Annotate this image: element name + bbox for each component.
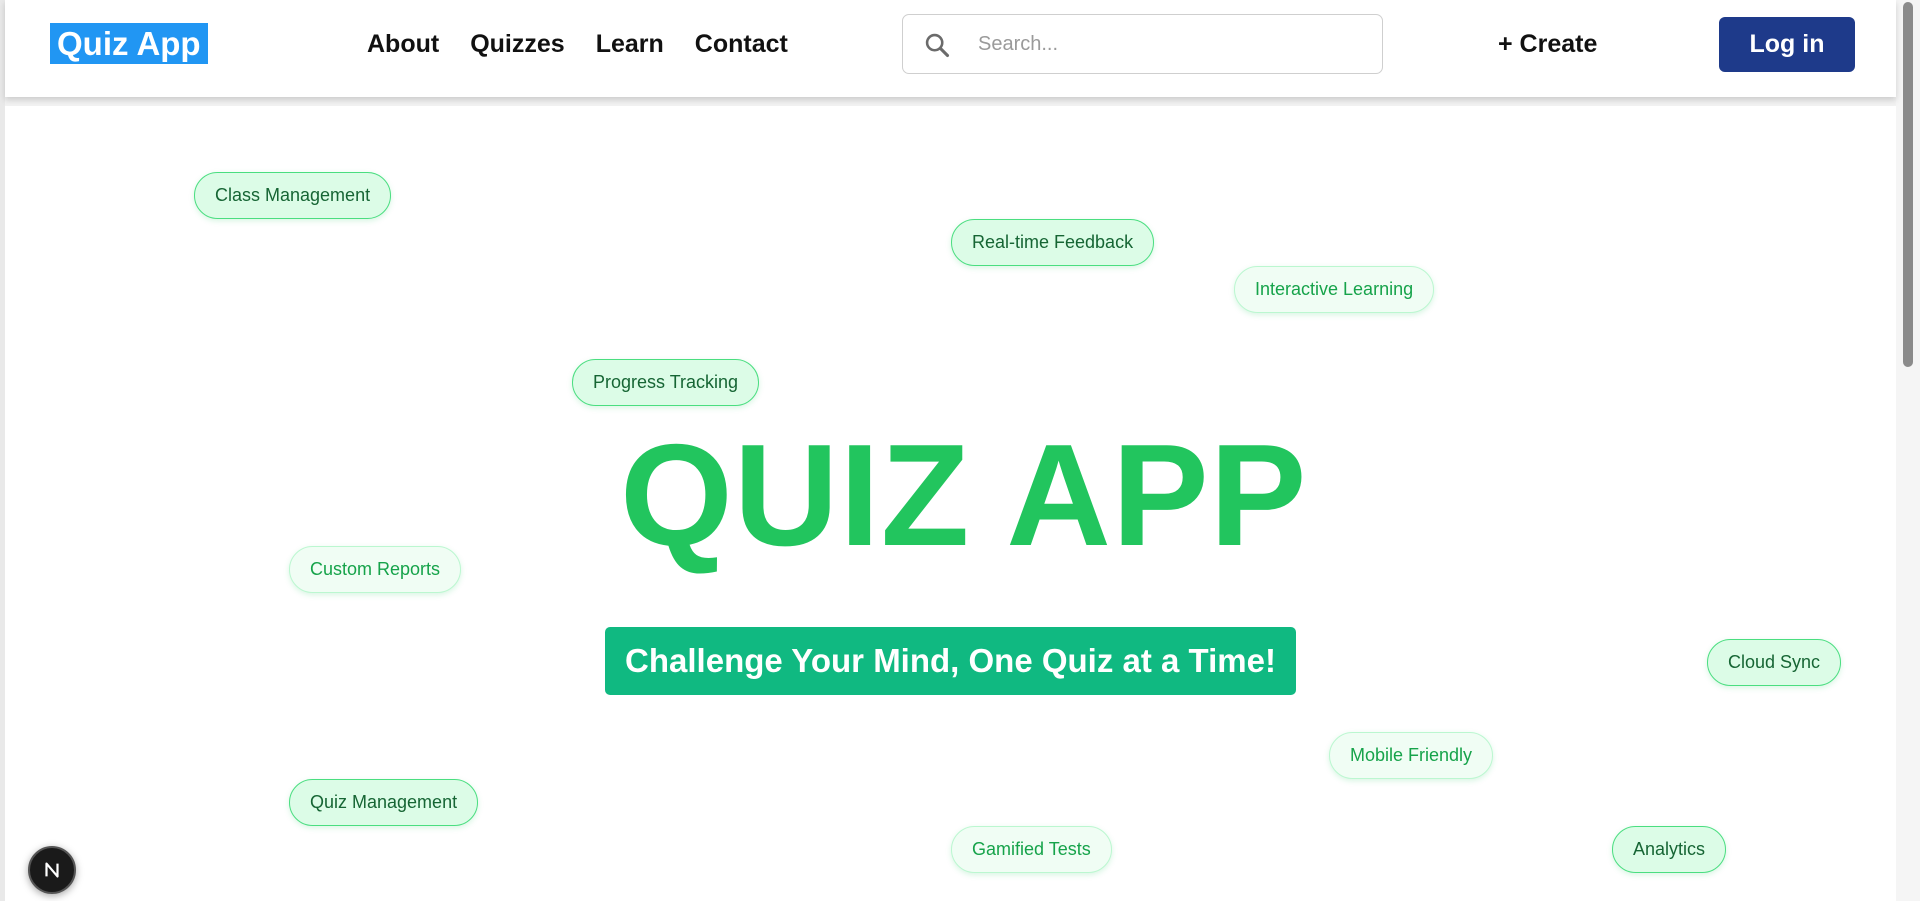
vertical-scrollbar[interactable] [1896, 0, 1920, 901]
app-window: Quiz App About Quizzes Learn Contact + C… [0, 0, 1920, 901]
window-left-edge [0, 0, 5, 901]
main-nav: About Quizzes Learn Contact [367, 26, 819, 62]
tag-cloud-sync: Cloud Sync [1707, 639, 1842, 686]
nav-about[interactable]: About [367, 26, 439, 62]
tag-gamified-tests: Gamified Tests [951, 826, 1112, 873]
search-icon [925, 33, 950, 58]
top-navbar: Quiz App About Quizzes Learn Contact + C… [5, 0, 1896, 97]
tag-progress-tracking: Progress Tracking [572, 359, 760, 406]
nav-learn[interactable]: Learn [596, 26, 664, 62]
scrollbar-thumb[interactable] [1903, 2, 1913, 367]
app-logo[interactable]: Quiz App [50, 23, 208, 64]
search-box [902, 14, 1383, 74]
tag-mobile-friendly: Mobile Friendly [1329, 732, 1494, 779]
tag-custom-reports: Custom Reports [289, 546, 462, 593]
tag-analytics: Analytics [1612, 826, 1727, 873]
n-glyph-icon [45, 862, 59, 878]
header-divider [5, 97, 1896, 106]
tag-realtime-feedback: Real-time Feedback [951, 219, 1155, 266]
tag-class-management: Class Management [194, 172, 392, 219]
create-button[interactable]: + Create [1498, 26, 1597, 62]
nav-quizzes[interactable]: Quizzes [470, 26, 564, 62]
hero-tagline: Challenge Your Mind, One Quiz at a Time! [605, 627, 1296, 695]
search-input[interactable] [978, 25, 1368, 63]
nav-contact[interactable]: Contact [695, 26, 788, 62]
tag-quiz-management: Quiz Management [289, 779, 479, 826]
nextjs-logo-icon[interactable] [28, 846, 76, 894]
hero-title: QUIZ APP [620, 414, 1308, 576]
tag-interactive-learning: Interactive Learning [1234, 266, 1435, 313]
login-button[interactable]: Log in [1719, 17, 1855, 72]
